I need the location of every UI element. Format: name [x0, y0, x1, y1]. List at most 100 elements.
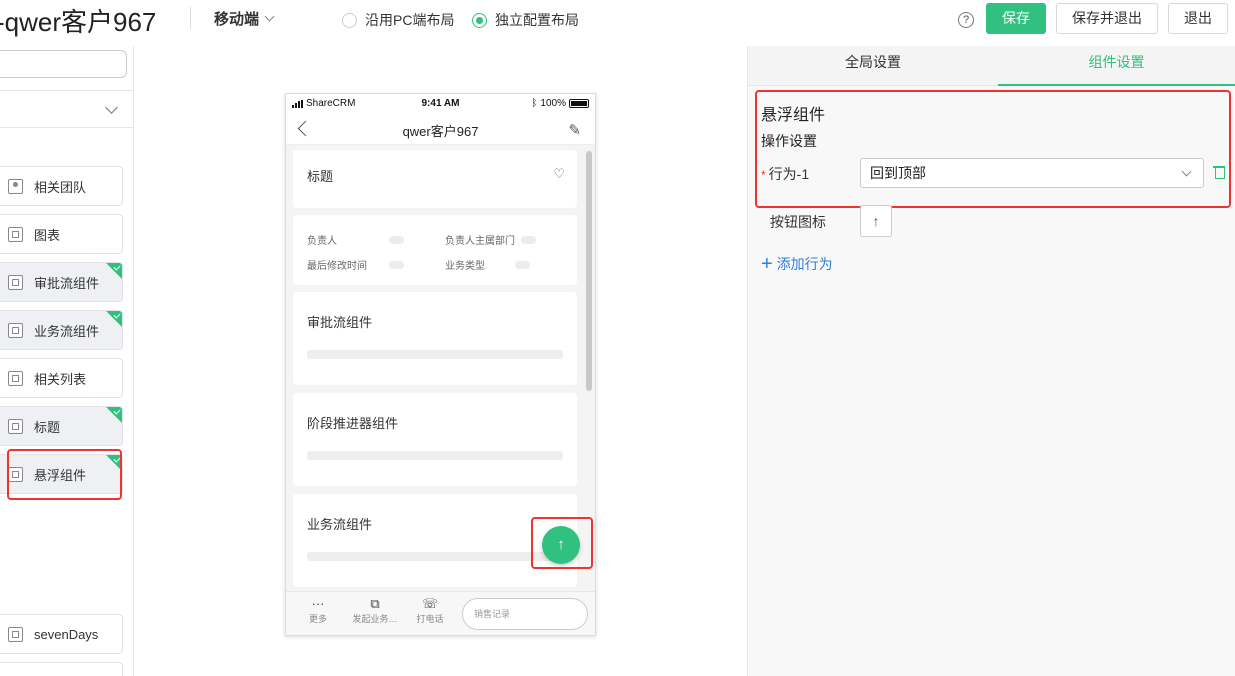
save-exit-button[interactable]: 保存并退出 [1056, 3, 1158, 34]
card-title: 阶段推进器组件 [307, 416, 399, 431]
component-search-input[interactable] [0, 50, 127, 78]
component-icon [8, 626, 23, 642]
battery-icon [569, 99, 589, 108]
component-item-label: 相关团队 [34, 179, 87, 195]
field-owner-dept: 负责人主属部门 [445, 232, 536, 247]
field-label: 负责人主属部门 [445, 236, 515, 247]
component-item-approval-flow[interactable]: 审批流组件 [0, 262, 123, 302]
component-item-related-list[interactable]: 相关列表 [0, 358, 123, 398]
component-icon [8, 466, 23, 482]
component-item-label: 标题 [34, 419, 61, 435]
tab-label: 发起业务… [352, 614, 398, 624]
phone-nav-title: qwer客户967 [402, 124, 479, 139]
card-title: 业务流组件 [307, 517, 373, 532]
component-item-label: 相关列表 [34, 371, 87, 387]
component-item-label: 审批流组件 [34, 275, 100, 291]
component-item-label: 悬浮组件 [34, 467, 87, 483]
radio-circle-icon [342, 12, 357, 28]
component-sidebar: 相关团队 图表 审批流组件 业务流组件 相关列表 标题 悬浮组件 sevenDa… [0, 46, 134, 676]
fields-card[interactable]: 负责人 负责人主属部门 最后修改时间 业务类型 [293, 215, 577, 285]
action-select[interactable]: 回到顶部 [860, 158, 1204, 188]
team-icon [8, 178, 23, 194]
action-label: * 行为-1 [761, 164, 809, 184]
exit-button[interactable]: 退出 [1168, 3, 1228, 34]
check-corner-icon [106, 263, 122, 279]
button-icon-picker[interactable]: ↑ [860, 205, 892, 237]
title-card[interactable]: 标题 ♡ [293, 150, 577, 208]
content-placeholder [307, 350, 563, 359]
button-icon-label: 按钮图标 [770, 214, 826, 230]
component-item-partial[interactable] [0, 662, 123, 676]
radio-pc-layout-label: 沿用PC端布局 [365, 12, 455, 28]
heart-icon[interactable]: ♡ [553, 166, 565, 182]
component-icon [8, 418, 23, 434]
component-icon [8, 226, 23, 242]
radio-pc-layout[interactable]: 沿用PC端布局 [342, 10, 454, 30]
more-icon: ··· [311, 596, 325, 611]
component-icon [8, 322, 23, 338]
component-item-label: sevenDays [34, 626, 99, 642]
component-item-related-team[interactable]: 相关团队 [0, 166, 123, 206]
panel-heading: 悬浮组件 [761, 107, 826, 124]
component-item-chart[interactable]: 图表 [0, 214, 123, 254]
field-value-placeholder [521, 235, 536, 244]
tab-global-settings[interactable]: 全局设置 [748, 46, 998, 86]
component-category-dropdown[interactable] [0, 90, 134, 128]
field-last-modified: 最后修改时间 [307, 257, 404, 272]
tab-label: 打电话 [416, 614, 444, 624]
chevron-down-icon [264, 11, 275, 22]
chevron-down-icon [1181, 166, 1192, 177]
field-owner: 负责人 [307, 232, 404, 247]
field-business-type: 业务类型 [445, 257, 530, 272]
component-item-floating[interactable]: 悬浮组件 [0, 454, 123, 494]
back-to-top-icon[interactable]: ↑ [542, 526, 580, 564]
settings-panel: 全局设置 组件设置 [747, 46, 1235, 676]
phone-nav-bar: qwer客户967 ✎ [286, 113, 595, 145]
battery-label: 100% [540, 98, 566, 109]
component-icon [8, 370, 23, 386]
add-action-button[interactable]: + 添加行为 [761, 254, 833, 274]
card-title: 审批流组件 [307, 315, 373, 330]
bluetooth-icon: ᛒ [531, 98, 538, 109]
component-item-business-flow[interactable]: 业务流组件 [0, 310, 123, 350]
radio-selected-icon [472, 12, 487, 28]
sales-record-input[interactable]: 销售记录 [462, 598, 588, 630]
device-dropdown[interactable]: 移动端 [214, 8, 275, 29]
tab-more[interactable]: ··· 更多 [295, 595, 341, 625]
check-corner-icon [106, 311, 122, 327]
component-item-label: 业务流组件 [34, 323, 100, 339]
device-dropdown-label: 移动端 [214, 11, 260, 28]
flow-icon: ⧉ [370, 596, 380, 611]
component-item-title[interactable]: 标题 [0, 406, 123, 446]
field-label: 最后修改时间 [307, 261, 367, 272]
tab-start-flow[interactable]: ⧉ 发起业务… [349, 595, 401, 625]
tab-label: 更多 [308, 614, 327, 624]
radio-independent-layout-label: 独立配置布局 [495, 12, 579, 28]
field-value-placeholder [389, 260, 404, 269]
stage-progress-card[interactable]: 阶段推进器组件 [293, 393, 577, 486]
add-action-label: 添加行为 [776, 256, 833, 272]
check-corner-icon [106, 455, 122, 471]
field-label: 负责人 [307, 236, 337, 247]
title-divider [190, 7, 191, 29]
content-placeholder [307, 552, 563, 561]
trash-icon[interactable] [1213, 165, 1225, 179]
field-label: 业务类型 [445, 261, 485, 272]
component-icon [8, 274, 23, 290]
approval-flow-card[interactable]: 审批流组件 [293, 292, 577, 385]
save-button[interactable]: 保存 [986, 3, 1046, 34]
radio-independent-layout[interactable]: 独立配置布局 [472, 10, 579, 30]
component-item-label: 图表 [34, 227, 61, 243]
action-label-text: 行为-1 [768, 166, 810, 182]
plus-icon: + [761, 253, 773, 275]
check-corner-icon [106, 407, 122, 423]
component-item-seven-days[interactable]: sevenDays [0, 614, 123, 654]
help-icon[interactable]: ? [958, 12, 974, 28]
phone-scrollbar[interactable] [586, 151, 592, 391]
tab-component-settings[interactable]: 组件设置 [998, 46, 1235, 86]
card-title: 标题 [307, 169, 334, 184]
edit-icon[interactable]: ✎ [568, 121, 581, 139]
content-placeholder [307, 451, 563, 460]
business-flow-card[interactable]: 业务流组件 [293, 494, 577, 587]
tab-call[interactable]: ☏ 打电话 [407, 595, 453, 625]
